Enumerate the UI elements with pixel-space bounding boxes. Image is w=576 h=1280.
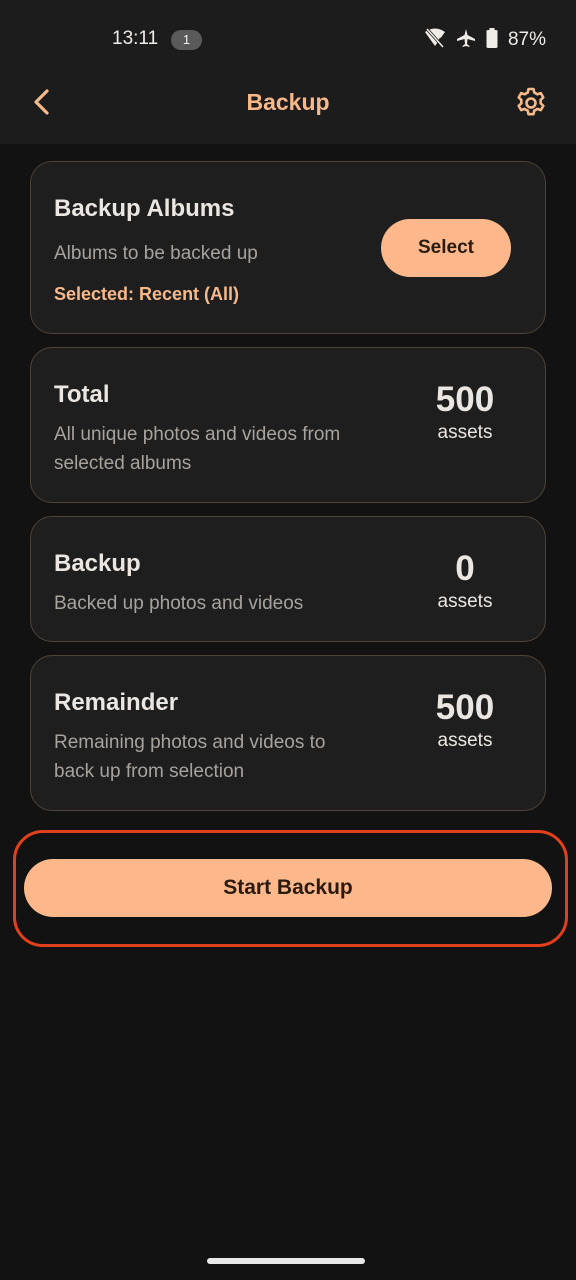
app-bar: Backup: [0, 64, 576, 144]
asset-count: 0 assets: [420, 549, 510, 613]
subtitle-line: Remaining photos and videos to: [54, 732, 326, 753]
backup-albums-card: Backup Albums Albums to be backed up Sel…: [30, 161, 546, 334]
card-title: Backup Albums: [54, 195, 235, 222]
card-subtitle: All unique photos and videos from select…: [54, 420, 340, 478]
status-time: 13:11: [112, 28, 159, 49]
asset-count: 500 assets: [420, 688, 510, 752]
card-subtitle: Remaining photos and videos to back up f…: [54, 728, 325, 786]
notification-badge: 1: [171, 30, 202, 50]
count-unit: assets: [437, 422, 493, 443]
status-bar: 13:11 1 6 87%: [0, 0, 576, 64]
page-title: Backup: [246, 89, 330, 115]
card-subtitle: Backed up photos and videos: [54, 593, 304, 614]
select-button[interactable]: Select: [381, 219, 511, 277]
count-value: 500: [435, 688, 495, 727]
count-unit: assets: [437, 591, 493, 612]
settings-button[interactable]: [514, 86, 548, 120]
remainder-card: Remainder Remaining photos and videos to…: [30, 655, 546, 811]
status-icons: 6 87%: [424, 27, 546, 53]
card-title: Remainder: [54, 689, 179, 716]
card-subtitle: Albums to be backed up: [54, 243, 258, 264]
backup-card: Backup Backed up photos and videos 0 ass…: [30, 516, 546, 642]
subtitle-line: back up from selection: [54, 761, 245, 782]
airplane-icon: [456, 28, 476, 53]
count-value: 0: [455, 549, 475, 588]
battery-icon: [486, 27, 498, 53]
card-title: Backup: [54, 550, 141, 577]
start-backup-button[interactable]: Start Backup: [24, 859, 552, 917]
battery-percent: 87%: [507, 29, 546, 50]
count-value: 500: [435, 380, 495, 419]
subtitle-line: All unique photos and videos from: [54, 424, 341, 445]
wifi-off-icon: 6: [424, 27, 446, 53]
subtitle-line: selected albums: [54, 453, 192, 474]
total-card: Total All unique photos and videos from …: [30, 347, 546, 503]
count-unit: assets: [437, 730, 493, 751]
home-indicator[interactable]: [207, 1258, 365, 1264]
gear-icon: [514, 87, 548, 124]
selected-albums-text: Selected: Recent (All): [54, 284, 240, 304]
asset-count: 500 assets: [420, 380, 510, 444]
card-title: Total: [54, 381, 110, 408]
